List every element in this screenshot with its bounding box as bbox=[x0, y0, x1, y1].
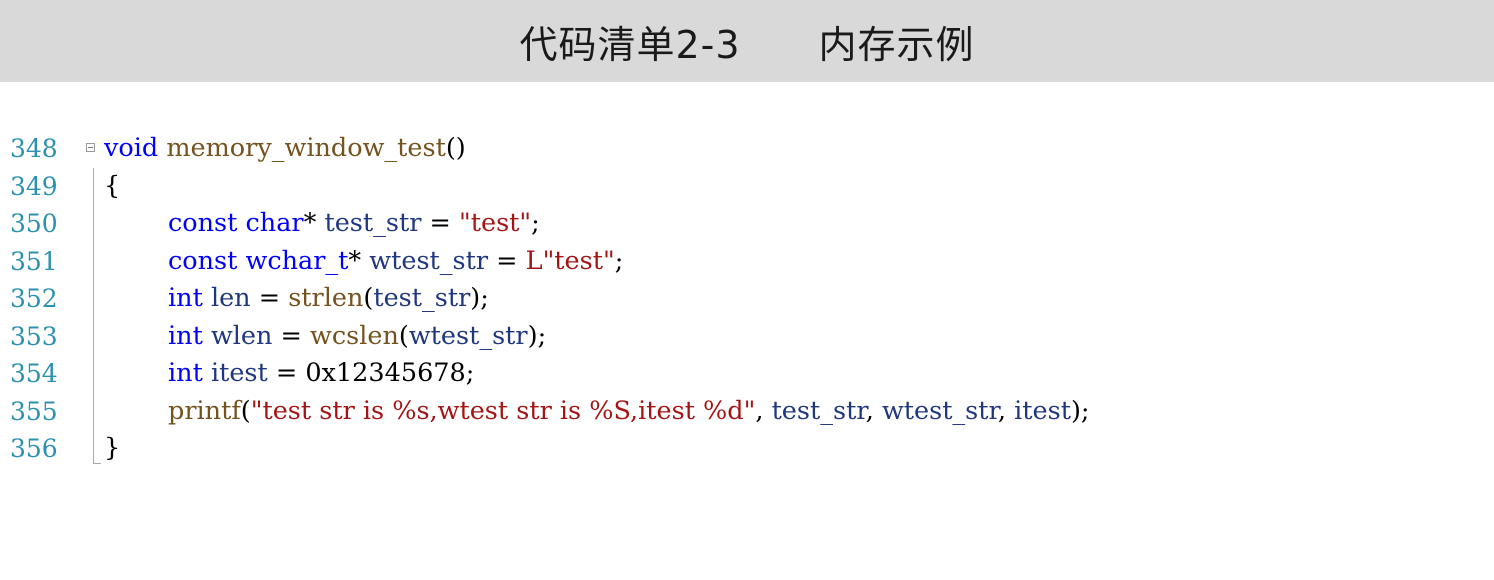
variable: itest bbox=[210, 358, 268, 388]
variable: wlen bbox=[210, 320, 273, 351]
function-name: printf bbox=[168, 395, 241, 426]
keyword: const bbox=[168, 208, 238, 238]
string-literal: L"test" bbox=[525, 245, 615, 276]
string-literal: "test str is %s,wtest str is %S,itest %d… bbox=[250, 395, 756, 426]
line-number: 352 bbox=[10, 284, 58, 313]
code-line-352: 352 int len = strlen(test_str); bbox=[0, 280, 1494, 318]
variable: test_str bbox=[771, 395, 866, 426]
line-number: 351 bbox=[10, 246, 58, 276]
punctuation: ( bbox=[398, 320, 409, 351]
variable: wtest_str bbox=[369, 245, 489, 276]
code-line-350: 350 const char* test_str = "test"; bbox=[0, 205, 1494, 243]
operator: = bbox=[267, 358, 306, 388]
punctuation: ; bbox=[531, 208, 540, 238]
variable: itest bbox=[1014, 395, 1071, 426]
keyword: wchar_t bbox=[245, 245, 349, 276]
variable: wtest_str bbox=[881, 395, 998, 426]
punctuation: , bbox=[755, 395, 772, 426]
punctuation: ; bbox=[465, 358, 475, 388]
function-name: strlen bbox=[288, 283, 364, 313]
listing-title-bar: 代码清单2-3 内存示例 bbox=[0, 0, 1494, 82]
operator: = bbox=[488, 245, 526, 276]
operator: = bbox=[250, 283, 289, 313]
operator: * bbox=[303, 208, 317, 238]
keyword: int bbox=[168, 283, 203, 313]
line-number: 349 bbox=[10, 171, 58, 201]
operator: = bbox=[421, 208, 459, 238]
code-line-356: 356 } bbox=[0, 430, 1494, 468]
listing-title: 代码清单2-3 内存示例 bbox=[519, 22, 975, 67]
punctuation: ; bbox=[614, 245, 624, 276]
variable: test_str bbox=[324, 208, 422, 238]
code-block: 348 void memory_window_test() 349 { 350 … bbox=[0, 130, 1494, 468]
variable: test_str bbox=[373, 283, 471, 313]
close-brace: } bbox=[104, 433, 121, 463]
punctuation: ); bbox=[527, 320, 547, 351]
punctuation: ); bbox=[1070, 395, 1090, 426]
punctuation: ); bbox=[470, 283, 489, 313]
keyword: int bbox=[168, 358, 203, 388]
punctuation: ( bbox=[363, 283, 374, 313]
keyword: char bbox=[245, 208, 304, 238]
punctuation: , bbox=[865, 395, 882, 426]
line-number: 356 bbox=[10, 434, 58, 463]
code-line-349: 349 { bbox=[0, 168, 1494, 206]
collapse-icon[interactable] bbox=[86, 143, 95, 152]
line-number: 348 bbox=[10, 134, 58, 163]
open-brace: { bbox=[104, 170, 121, 201]
line-number: 354 bbox=[10, 359, 58, 388]
code-line-355: 355 printf("test str is %s,wtest str is … bbox=[0, 393, 1494, 431]
line-number: 355 bbox=[10, 396, 58, 426]
variable: wtest_str bbox=[408, 320, 528, 351]
punctuation: () bbox=[445, 133, 466, 163]
code-line-348: 348 void memory_window_test() bbox=[0, 130, 1494, 168]
keyword: void bbox=[104, 133, 159, 163]
line-number: 353 bbox=[10, 321, 58, 351]
punctuation: , bbox=[997, 395, 1015, 426]
string-literal: "test" bbox=[459, 208, 532, 238]
code-line-354: 354 int itest = 0x12345678; bbox=[0, 355, 1494, 393]
keyword: int bbox=[168, 320, 203, 351]
keyword: const bbox=[168, 245, 238, 276]
code-line-351: 351 const wchar_t* wtest_str = L"test"; bbox=[0, 243, 1494, 281]
function-name: memory_window_test bbox=[166, 133, 446, 163]
variable: len bbox=[210, 283, 251, 313]
function-name: wcslen bbox=[310, 320, 399, 351]
code-line-353: 353 int wlen = wcslen(wtest_str); bbox=[0, 318, 1494, 356]
punctuation: ( bbox=[240, 395, 251, 426]
operator: * bbox=[348, 245, 362, 276]
operator: = bbox=[272, 320, 311, 351]
line-number: 350 bbox=[10, 209, 58, 238]
number-literal: 0x12345678 bbox=[305, 358, 466, 388]
